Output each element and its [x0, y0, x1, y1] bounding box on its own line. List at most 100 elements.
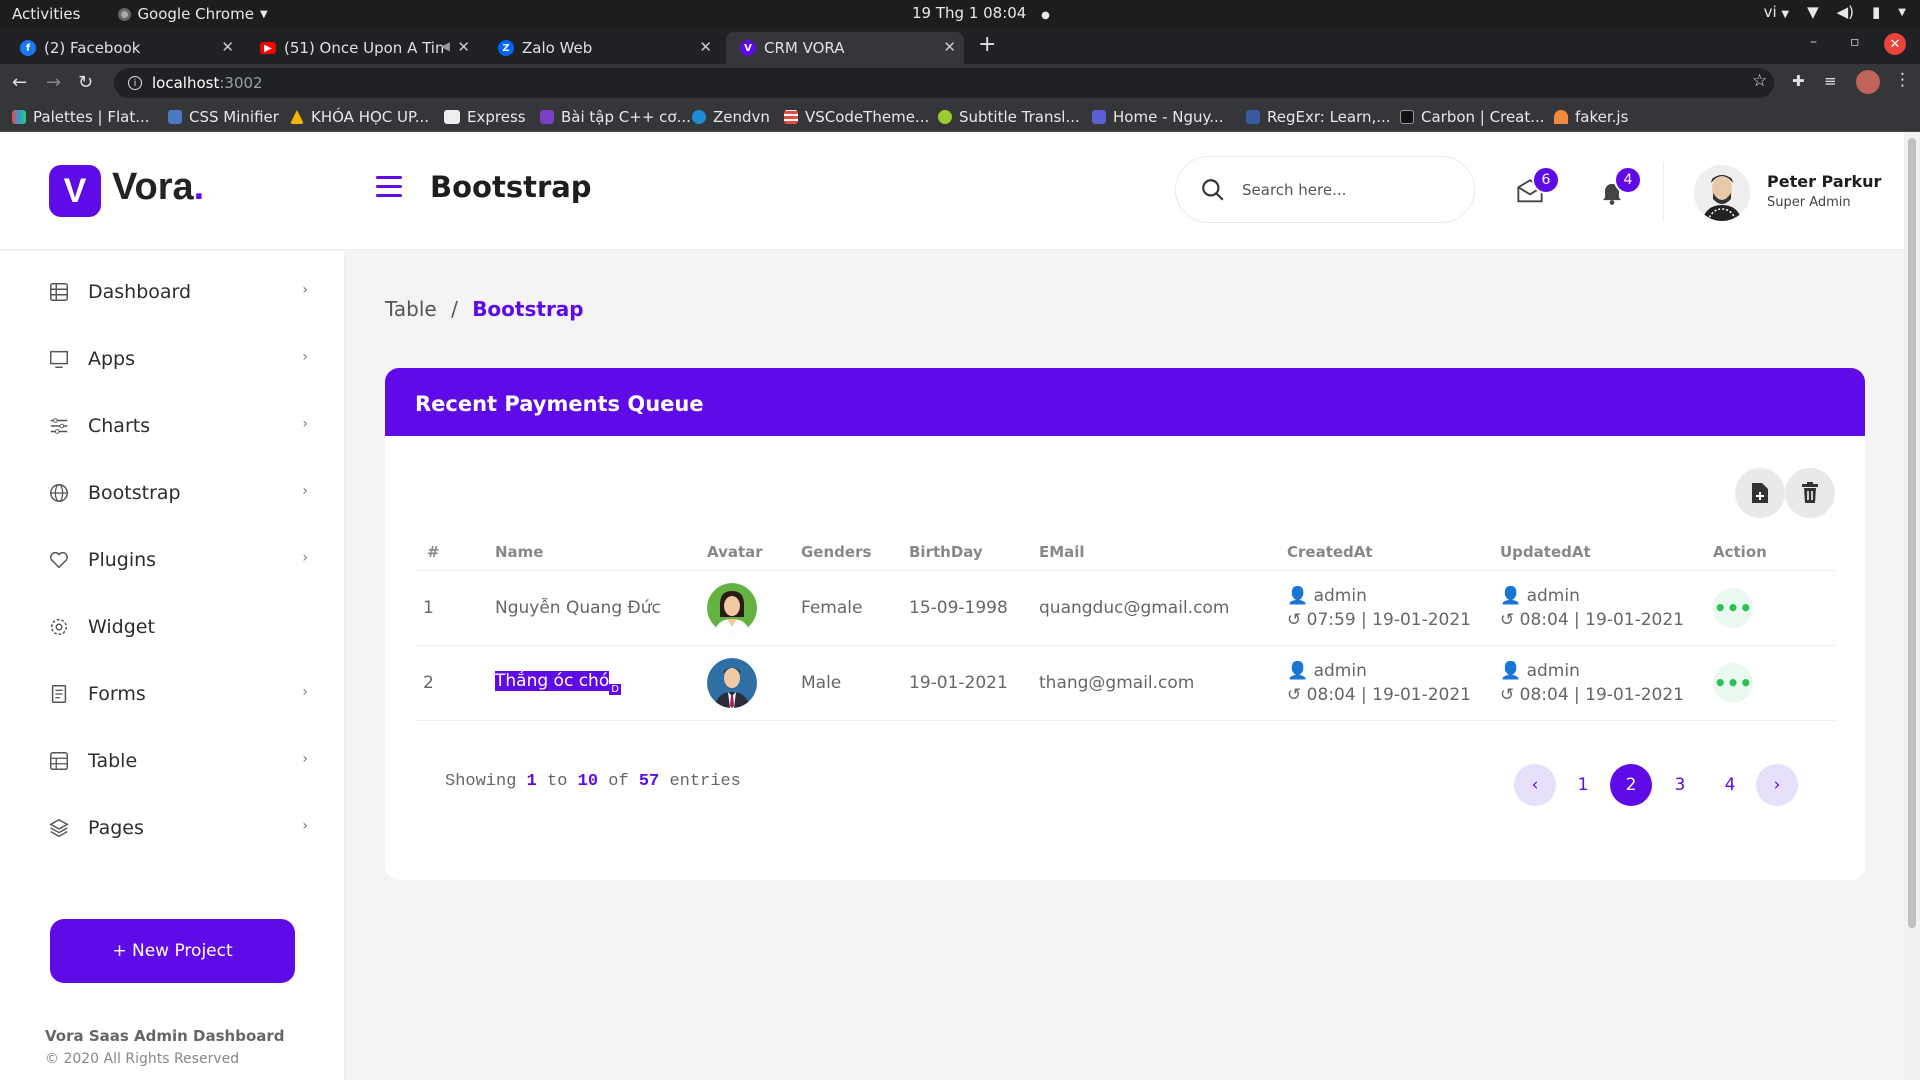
breadcrumb: Table / Bootstrap: [385, 297, 584, 321]
forward-icon[interactable]: →: [46, 72, 61, 93]
bookmark-item[interactable]: VSCodeTheme...: [784, 108, 929, 126]
browser-tab[interactable]: Z Zalo Web ✕: [484, 32, 720, 64]
delete-button[interactable]: [1785, 468, 1835, 518]
menu-kebab-icon[interactable]: ⋮: [1894, 70, 1911, 90]
page-button[interactable]: 1: [1562, 764, 1604, 806]
column-header[interactable]: BirthDay: [909, 534, 1039, 571]
column-header[interactable]: CreatedAt: [1287, 534, 1500, 571]
user-avatar[interactable]: [1694, 165, 1750, 221]
close-tab-icon[interactable]: ✕: [699, 38, 712, 56]
breadcrumb-separator: /: [451, 297, 458, 321]
sidebar-item-bootstrap[interactable]: Bootstrap ›: [48, 473, 308, 513]
sidebar-item-label: Widget: [88, 616, 155, 638]
os-top-bar: Activities Google Chrome ▼ 19 Thg 1 08:0…: [0, 0, 1920, 28]
column-header[interactable]: #: [415, 534, 495, 571]
column-header[interactable]: Name: [495, 534, 707, 571]
bookmark-label: Subtitle Transl...: [959, 108, 1080, 126]
new-project-button[interactable]: + New Project: [50, 919, 295, 983]
sidebar-item-table[interactable]: Table ›: [48, 741, 308, 781]
sidebar-item-label: Apps: [88, 348, 136, 370]
hamburger-menu-icon[interactable]: [376, 176, 402, 200]
prev-page-button[interactable]: ‹: [1514, 764, 1556, 806]
bookmark-label: Carbon | Creat...: [1421, 108, 1545, 126]
scrollbar-thumb[interactable]: [1908, 138, 1916, 928]
media-control-icon[interactable]: ≡: [1824, 72, 1837, 90]
bookmark-label: CSS Minifier: [189, 108, 279, 126]
info-icon[interactable]: i: [128, 76, 142, 90]
sidebar-item-plugins[interactable]: Plugins ›: [48, 540, 308, 580]
bookmark-item[interactable]: CSS Minifier: [168, 108, 279, 126]
close-window-icon[interactable]: ✕: [1884, 33, 1906, 55]
user-name[interactable]: Peter Parkur: [1767, 172, 1881, 191]
close-tab-icon[interactable]: ✕: [943, 38, 956, 56]
sidebar-item-label: Dashboard: [88, 281, 192, 303]
sidebar-item-forms[interactable]: Forms ›: [48, 674, 308, 714]
zalo-icon: Z: [498, 40, 514, 56]
activities-button[interactable]: Activities: [12, 5, 80, 23]
bookmark-item[interactable]: Home - Nguy...: [1092, 108, 1224, 126]
bookmark-item[interactable]: KHÓA HỌC UP...: [290, 108, 429, 126]
audio-icon[interactable]: ◀: [441, 39, 450, 53]
page-button-current[interactable]: 2: [1610, 764, 1652, 806]
clock[interactable]: 19 Thg 1 08:04 ●: [912, 4, 1050, 22]
created-at: 07:59 | 19-01-2021: [1306, 609, 1471, 630]
bookmark-item[interactable]: Carbon | Creat...: [1400, 108, 1545, 126]
sidebar-item-charts[interactable]: Charts ›: [48, 406, 308, 446]
bookmark-item[interactable]: Palettes | Flat...: [12, 108, 150, 126]
brand-name[interactable]: Vora.: [112, 166, 204, 209]
row-action-button[interactable]: •••: [1713, 587, 1753, 628]
add-file-button[interactable]: [1735, 468, 1785, 518]
page-scrollbar[interactable]: [1904, 132, 1920, 1080]
sidebar-item-pages[interactable]: Pages ›: [48, 808, 308, 848]
close-tab-icon[interactable]: ✕: [221, 38, 234, 56]
bookmark-item[interactable]: faker.js: [1554, 108, 1628, 126]
bookmark-item[interactable]: Zendvn: [692, 108, 770, 126]
address-bar[interactable]: i localhost:3002: [114, 68, 1774, 98]
page-button[interactable]: 4: [1709, 764, 1751, 806]
column-header[interactable]: Genders: [801, 534, 909, 571]
sidebar-item-apps[interactable]: Apps ›: [48, 339, 308, 379]
reload-icon[interactable]: ↻: [78, 72, 93, 93]
bookmark-item[interactable]: Bài tập C++ cơ...: [540, 108, 691, 126]
page-button[interactable]: 3: [1659, 764, 1701, 806]
row-created: 👤 admin ↺ 08:04 | 19-01-2021: [1287, 645, 1500, 721]
input-language[interactable]: vi ▼: [1764, 3, 1790, 21]
search-icon[interactable]: [1200, 177, 1226, 203]
browser-tab[interactable]: ▶ (51) Once Upon A Time ◀ ✕: [246, 32, 478, 64]
messages-button[interactable]: 6: [1516, 166, 1560, 206]
sidebar-item-widget[interactable]: Widget: [48, 607, 308, 647]
back-icon[interactable]: ←: [12, 72, 27, 93]
new-tab-icon[interactable]: +: [978, 32, 996, 57]
chevron-right-icon: ›: [302, 751, 308, 767]
system-tray[interactable]: vi ▼ ▼ ◀) ▮ ▼: [1764, 3, 1906, 21]
sidebar-item-dashboard[interactable]: Dashboard ›: [48, 272, 308, 312]
next-page-button[interactable]: ›: [1756, 764, 1798, 806]
app-menu[interactable]: Google Chrome ▼: [118, 5, 268, 23]
notifications-button[interactable]: 4: [1598, 166, 1642, 206]
regexr-icon: [1246, 110, 1260, 124]
row-action-button[interactable]: •••: [1713, 662, 1753, 703]
row-name-cell: Thắng óc chó D: [495, 645, 707, 721]
tab-title: (2) Facebook: [44, 39, 141, 57]
restore-icon[interactable]: ▫: [1850, 34, 1860, 50]
bookmark-star-icon[interactable]: ☆: [1752, 71, 1767, 91]
extensions-icon[interactable]: ✚: [1792, 72, 1805, 90]
bookmark-item[interactable]: Subtitle Transl...: [938, 108, 1080, 126]
browser-tab[interactable]: f (2) Facebook ✕: [6, 32, 242, 64]
column-header[interactable]: Action: [1713, 534, 1835, 571]
column-header[interactable]: EMail: [1039, 534, 1287, 571]
profile-avatar[interactable]: [1856, 70, 1880, 94]
chevron-right-icon: ›: [1773, 775, 1781, 795]
bookmark-item[interactable]: RegExr: Learn,...: [1246, 108, 1391, 126]
column-header[interactable]: UpdatedAt: [1500, 534, 1713, 571]
bookmark-item[interactable]: Express: [444, 108, 526, 126]
showing-suffix: entries: [669, 772, 741, 791]
close-tab-icon[interactable]: ✕: [457, 38, 470, 56]
brand-logo[interactable]: V: [49, 165, 101, 217]
browser-tab-active[interactable]: V CRM VORA ✕: [726, 32, 964, 64]
breadcrumb-parent[interactable]: Table: [385, 297, 437, 321]
brand-text: Vora: [112, 166, 194, 208]
search-input[interactable]: [1242, 180, 1442, 199]
minimize-icon[interactable]: –: [1810, 34, 1817, 50]
column-header[interactable]: Avatar: [707, 534, 801, 571]
